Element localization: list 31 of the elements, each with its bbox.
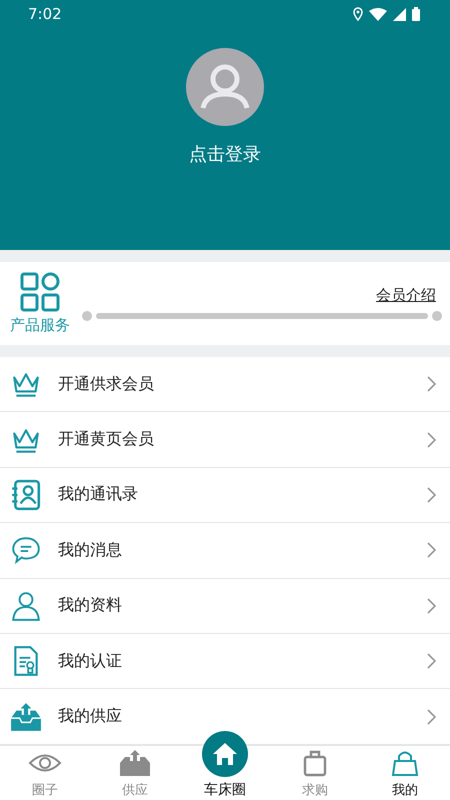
menu-item[interactable]: 开通供求会员 [0,357,450,412]
grid-icon [20,272,60,312]
menu-item[interactable]: 开通黄页会员 [0,412,450,468]
login-link[interactable]: 点击登录 [189,142,261,166]
menu-item[interactable]: 我的消息 [0,523,450,579]
chevron-icon [426,376,436,392]
tab[interactable]: 求购 [270,746,360,800]
chevron-icon [426,708,436,725]
avatar-icon[interactable] [186,48,264,126]
chevron-icon [426,653,436,670]
wifi-icon [369,8,387,20]
status-time: 7:02 [28,5,62,23]
person-icon [10,590,42,622]
member-intro-link[interactable]: 会员介绍 [376,286,436,305]
upload-tray-icon [10,700,42,733]
tab[interactable]: 圈子 [0,746,90,800]
chevron-icon [426,432,436,448]
battery-icon [412,7,420,21]
home-icon [202,730,248,777]
location-icon [353,7,363,21]
menu-item[interactable]: 我的资料 [0,578,450,634]
chevron-icon [426,542,436,558]
chevron-icon [426,486,436,503]
contact-card-icon [10,478,42,511]
chevron-icon [426,598,436,614]
tab[interactable]: 我的 [360,746,450,800]
signal-icon [393,8,406,20]
menu-item[interactable]: 我的通讯录 [0,468,450,524]
upload-tray-icon [118,748,152,777]
tab[interactable]: 供应 [90,746,180,800]
menu-item[interactable]: 我的认证 [0,634,450,690]
